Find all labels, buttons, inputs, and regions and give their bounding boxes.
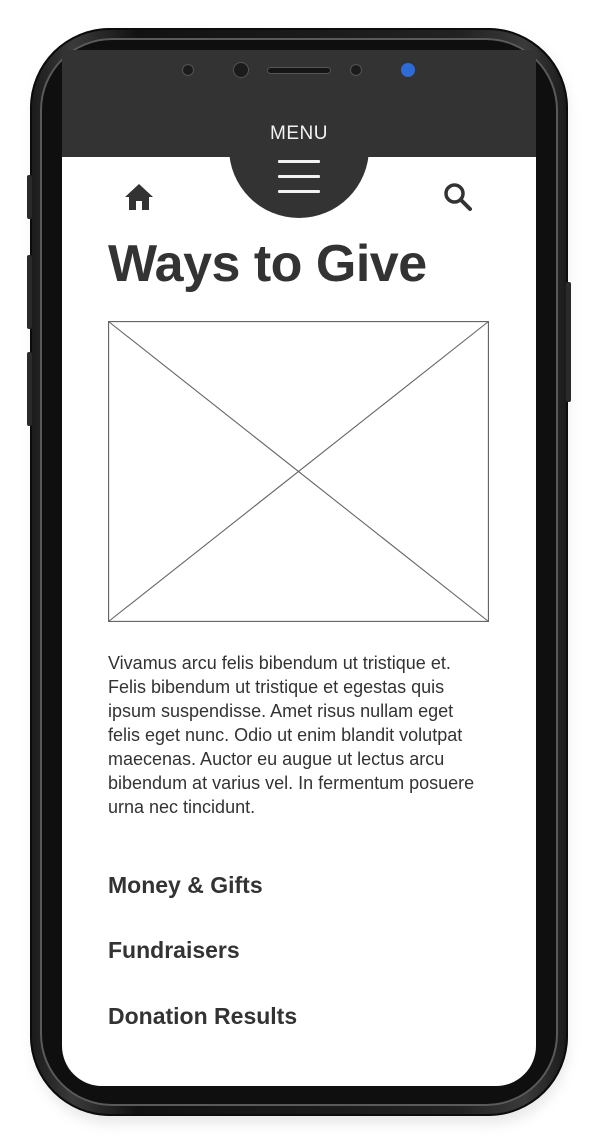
device-mockup: MENU Ways to Give Vivamus arcu felis bib… xyxy=(0,0,600,1143)
screen: MENU Ways to Give Vivamus arcu felis bib… xyxy=(62,50,536,1086)
page-title: Ways to Give xyxy=(108,235,427,293)
ambient-sensor-icon xyxy=(350,64,362,76)
body-text: Vivamus arcu felis bibendum ut tristique… xyxy=(108,653,475,817)
power-button xyxy=(566,282,571,402)
volume-up-button xyxy=(27,255,32,329)
volume-down-button xyxy=(27,352,32,426)
earpiece-speaker xyxy=(267,67,331,74)
link-fundraisers[interactable]: Fundraisers xyxy=(108,937,240,964)
silent-switch xyxy=(27,175,32,219)
proximity-sensor-icon xyxy=(182,64,194,76)
menu-label: MENU xyxy=(270,123,328,144)
home-icon[interactable] xyxy=(122,180,156,214)
camera-lens-icon xyxy=(401,63,415,77)
front-camera-icon xyxy=(233,62,249,78)
search-icon[interactable] xyxy=(441,180,475,214)
link-donation-results[interactable]: Donation Results xyxy=(108,1003,297,1030)
hamburger-icon[interactable] xyxy=(278,158,320,194)
image-placeholder xyxy=(108,321,489,622)
link-money-gifts[interactable]: Money & Gifts xyxy=(108,872,263,899)
